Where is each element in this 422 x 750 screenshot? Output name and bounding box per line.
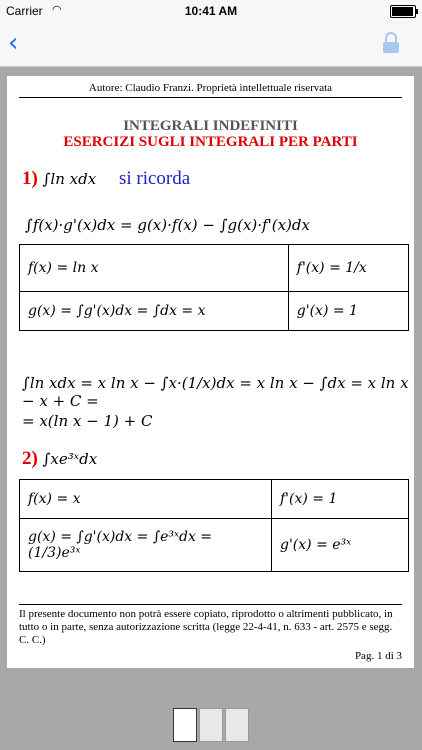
reminder-note: si ricorda (118, 168, 191, 189)
document-header: Autore: Claudio Franzi. Proprietà intell… (19, 82, 402, 98)
table-row: f(x) = ln x f'(x) = 1/x (19, 244, 410, 292)
table-cell: g'(x) = 1 (287, 291, 410, 331)
copyright-notice: Il presente documento non potrà essere c… (19, 604, 402, 647)
solution-line: ∫ln xdx = x ln x − ∫x·(1/x)dx = x ln x −… (22, 374, 409, 410)
table-row: g(x) = ∫g'(x)dx = ∫e³ˣdx = (1/3)e³ˣ g'(x… (19, 518, 409, 572)
table-cell: g(x) = ∫g'(x)dx = ∫dx = x (19, 291, 289, 331)
integration-by-parts-formula: ∫f(x)·g'(x)dx = g(x)·f(x) − ∫g(x)·f'(x)d… (25, 216, 310, 234)
table-exercise-1: f(x) = ln x f'(x) = 1/x g(x) = ∫g'(x)dx … (19, 244, 410, 331)
exercise-expression: ∫xe³ˣdx (42, 450, 98, 468)
pdf-page: Autore: Claudio Franzi. Proprietà intell… (7, 76, 414, 668)
exercise-1: 1) ∫ln xdx si ricorda (22, 168, 190, 190)
lock-button[interactable] (382, 32, 400, 54)
page-subtitle: ESERCIZI SUGLI INTEGRALI PER PARTI (63, 134, 358, 150)
table-row: f(x) = x f'(x) = 1 (19, 479, 409, 519)
table-exercise-2: f(x) = x f'(x) = 1 g(x) = ∫g'(x)dx = ∫e³… (19, 479, 409, 572)
table-cell: f'(x) = 1/x (287, 244, 410, 292)
chevron-left-icon: ‹ (8, 28, 19, 58)
page-title: INTEGRALI INDEFINITI (123, 118, 298, 134)
exercise-number: 1) (22, 168, 38, 189)
table-cell: f'(x) = 1 (271, 479, 409, 519)
table-cell: f(x) = ln x (19, 244, 289, 292)
page-thumbnail[interactable] (225, 708, 249, 742)
table-cell: f(x) = x (19, 479, 272, 519)
table-row: g(x) = ∫g'(x)dx = ∫dx = x g'(x) = 1 (19, 291, 410, 331)
page-number: Pag. 1 di 3 (354, 650, 402, 662)
table-cell: g(x) = ∫g'(x)dx = ∫e³ˣdx = (1/3)e³ˣ (19, 518, 272, 572)
back-button[interactable]: ‹ (8, 28, 18, 58)
page-thumbnail[interactable] (199, 708, 223, 742)
table-cell: g'(x) = e³ˣ (271, 518, 409, 572)
nav-bar: ‹ (0, 22, 422, 67)
clock: 10:41 AM (184, 4, 238, 18)
battery-icon (390, 5, 418, 18)
exercise-expression: ∫ln xdx (42, 170, 97, 188)
lock-icon (383, 32, 399, 53)
solution-result: = x(ln x − 1) + C (22, 412, 153, 430)
exercise-number: 2) (22, 448, 38, 469)
page-thumbnail[interactable] (173, 708, 197, 742)
exercise-2: 2) ∫xe³ˣdx (22, 448, 97, 470)
status-bar: Carrier ◠ 10:41 AM (0, 0, 422, 22)
page-thumbnails (0, 708, 422, 742)
